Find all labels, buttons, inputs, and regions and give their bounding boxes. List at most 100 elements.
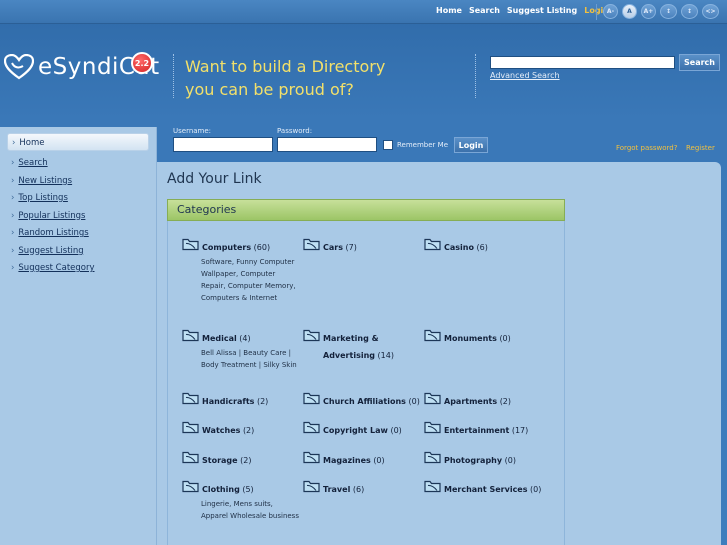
category-folder-icon [182, 328, 200, 342]
advanced-search-link[interactable]: Advanced Search [490, 71, 560, 80]
category-title: Watches (2) [202, 422, 254, 439]
category-item: Clothing (5) Lingerie, Mens suits, Appare… [182, 480, 302, 522]
tagline: Want to build a Directory you can be pro… [185, 55, 425, 101]
font-increase-button[interactable]: A+ [641, 4, 656, 19]
category-item: Apartments (2) [424, 392, 544, 410]
sidebar-item-random-listings[interactable]: Random Listings [11, 225, 156, 243]
font-decrease-button[interactable]: A- [603, 4, 618, 19]
category-title: Computers (60) [202, 239, 270, 256]
category-title: Medical (4) [202, 330, 251, 347]
layout-narrow-button[interactable]: ↕ [660, 4, 677, 19]
remember-me-checkbox[interactable] [383, 140, 393, 150]
category-link[interactable]: Watches [202, 426, 240, 435]
category-item: Cars (7) [303, 237, 423, 256]
category-title: Casino (6) [444, 239, 488, 256]
layout-medium-button[interactable]: ↕ [681, 4, 698, 19]
password-label: Password: [277, 127, 313, 135]
display-controls: A- A A+ ↕ ↕ <> [603, 4, 719, 19]
subcategory-list: Bell Alissa | Beauty Care | Body Treatme… [201, 349, 297, 369]
category-count: (4) [239, 334, 251, 343]
category-folder-icon [303, 391, 321, 405]
category-item: Storage (2) [182, 451, 302, 469]
font-normal-button[interactable]: A [622, 4, 637, 19]
category-link[interactable]: Photography [444, 456, 502, 465]
username-label: Username: [173, 127, 212, 135]
sidebar-item-new-listings[interactable]: New Listings [11, 173, 156, 191]
top-nav: Home Search Suggest Listing Login [436, 6, 609, 15]
category-link[interactable]: Entertainment [444, 426, 509, 435]
category-link[interactable]: Monuments [444, 334, 497, 343]
category-item: Merchant Services (0) [424, 479, 544, 498]
layout-wide-button[interactable]: <> [702, 4, 719, 19]
sidebar-item-suggest-listing[interactable]: Suggest Listing [11, 243, 156, 261]
top-nav-home-link[interactable]: Home [436, 6, 462, 15]
category-link[interactable]: Church Affiliations [323, 397, 406, 406]
category-count: (0) [499, 334, 511, 343]
register-link[interactable]: Register [686, 144, 715, 152]
username-field[interactable] [173, 137, 273, 152]
category-folder-icon [424, 420, 442, 434]
version-badge: 2.2 [131, 52, 153, 74]
category-folder-icon [303, 237, 321, 251]
header-divider [173, 54, 174, 98]
password-field[interactable] [277, 137, 377, 152]
subcategory-list: Lingerie, Mens suits, Apparel Wholesale … [201, 500, 299, 520]
main-content: Add Your Link Categories Computers (60) S… [157, 162, 721, 545]
category-link[interactable]: Copyright Law [323, 426, 388, 435]
tagline-line-2: you can be proud of? [185, 80, 354, 99]
category-link[interactable]: Merchant Services [444, 485, 528, 494]
sidebar-item-top-listings[interactable]: Top Listings [11, 190, 156, 208]
category-count: (7) [345, 243, 357, 252]
top-nav-search-link[interactable]: Search [469, 6, 500, 15]
category-count: (0) [408, 397, 420, 406]
category-title: Cars (7) [323, 239, 357, 256]
category-link[interactable]: Computers [202, 243, 251, 252]
category-item: Medical (4) Bell Alissa | Beauty Care | B… [182, 328, 302, 371]
category-folder-icon [424, 237, 442, 251]
subcategory-list: Software, Funny Computer Wallpaper, Comp… [201, 258, 296, 302]
tagline-line-1: Want to build a Directory [185, 57, 386, 76]
category-link[interactable]: Medical [202, 334, 237, 343]
category-count: (2) [256, 397, 269, 406]
category-folder-icon [424, 450, 442, 464]
search-button[interactable]: Search [679, 54, 720, 71]
category-item: Copyright Law (0) [303, 420, 423, 439]
category-title: Merchant Services (0) [444, 481, 541, 498]
category-link[interactable]: Casino [444, 243, 474, 252]
category-link[interactable]: Travel [323, 485, 350, 494]
forgot-password-link[interactable]: Forgot password? [616, 144, 677, 152]
sidebar-item-home[interactable]: Home [7, 133, 149, 151]
category-title: Apartments (2) [444, 393, 511, 410]
category-link[interactable]: Cars [323, 243, 343, 252]
category-title: Clothing (5) [202, 481, 254, 498]
sidebar-item-search[interactable]: Search [11, 155, 156, 173]
search-input[interactable] [490, 56, 675, 69]
category-link[interactable]: Clothing [202, 485, 240, 494]
category-folder-icon [424, 479, 442, 493]
category-link[interactable]: Magazines [323, 456, 371, 465]
category-folder-icon [182, 420, 200, 434]
category-link[interactable]: Storage [202, 456, 238, 465]
category-item: Monuments (0) [424, 329, 544, 347]
category-folder-icon [303, 450, 321, 464]
remember-me-label: Remember Me [397, 141, 448, 149]
sidebar-item-suggest-category[interactable]: Suggest Category [11, 260, 156, 278]
category-title: Photography (0) [444, 452, 516, 469]
category-item: Watches (2) [182, 420, 302, 439]
categories-header: Categories [167, 199, 565, 221]
top-nav-suggest-listing-link[interactable]: Suggest Listing [507, 6, 577, 15]
category-title: Entertainment (17) [444, 422, 528, 439]
sidebar-item-popular-listings[interactable]: Popular Listings [11, 208, 156, 226]
category-count: (14) [377, 351, 394, 360]
category-folder-icon [303, 479, 321, 493]
category-link[interactable]: Marketing & Advertising [323, 334, 379, 360]
category-link[interactable]: Handicrafts [202, 397, 254, 406]
category-item: Photography (0) [424, 450, 544, 469]
login-button[interactable]: Login [454, 137, 488, 153]
category-title: Marketing & Advertising (14) [323, 330, 423, 364]
header-divider [475, 54, 476, 98]
category-count: (0) [373, 456, 385, 465]
category-title: Magazines (0) [323, 452, 385, 469]
category-folder-icon [303, 420, 321, 434]
category-link[interactable]: Apartments [444, 397, 497, 406]
